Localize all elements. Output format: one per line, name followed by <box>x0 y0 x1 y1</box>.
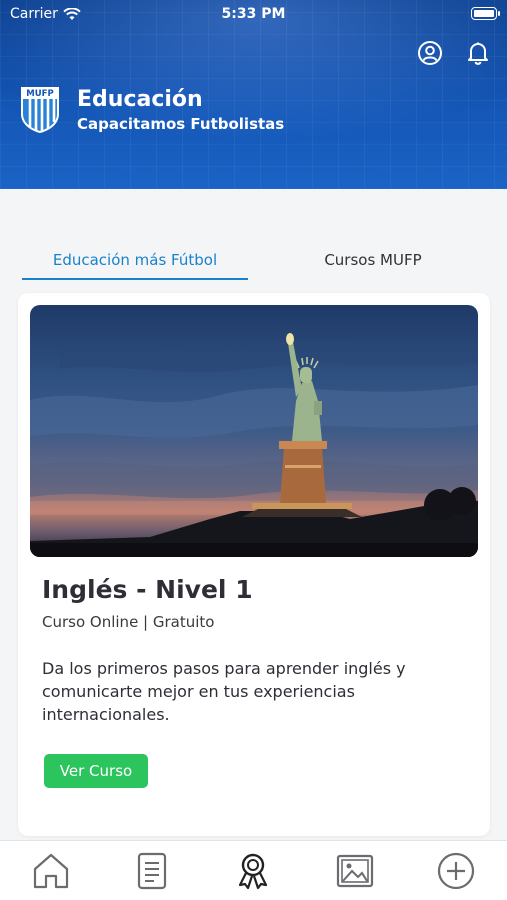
ver-curso-button[interactable]: Ver Curso <box>44 754 148 788</box>
mufp-logo: MUFP <box>21 87 59 133</box>
tab-bar: Educación más Fútbol Cursos MUFP <box>22 240 486 282</box>
status-bar: Carrier 5:33 PM <box>0 0 507 28</box>
account-icon[interactable] <box>417 40 443 66</box>
tab-educacion-mas-futbol[interactable]: Educación más Fútbol <box>22 240 248 280</box>
page-subtitle: Capacitamos Futbolistas <box>77 115 285 133</box>
course-title: Inglés - Nivel 1 <box>42 575 253 604</box>
course-description: Da los primeros pasos para aprender ingl… <box>42 659 406 724</box>
award-icon[interactable] <box>233 851 273 891</box>
course-card[interactable]: Inglés - Nivel 1 Curso Online | Gratuito… <box>18 293 490 836</box>
course-meta: Curso Online | Gratuito <box>42 613 215 631</box>
document-icon[interactable] <box>132 851 172 891</box>
header: Carrier 5:33 PM MUFP Educación Capacitam… <box>0 0 507 189</box>
bell-icon[interactable] <box>465 40 491 66</box>
gallery-icon[interactable] <box>335 851 375 891</box>
status-time: 5:33 PM <box>221 6 286 22</box>
svg-text:MUFP: MUFP <box>26 89 53 99</box>
bottom-nav <box>0 840 507 900</box>
home-icon[interactable] <box>31 851 71 891</box>
page-title: Educación <box>77 87 203 112</box>
tab-cursos-mufp[interactable]: Cursos MUFP <box>268 240 478 280</box>
plus-circle-icon[interactable] <box>436 851 476 891</box>
battery-icon <box>471 7 500 20</box>
statue-of-liberty-photo <box>30 305 478 557</box>
